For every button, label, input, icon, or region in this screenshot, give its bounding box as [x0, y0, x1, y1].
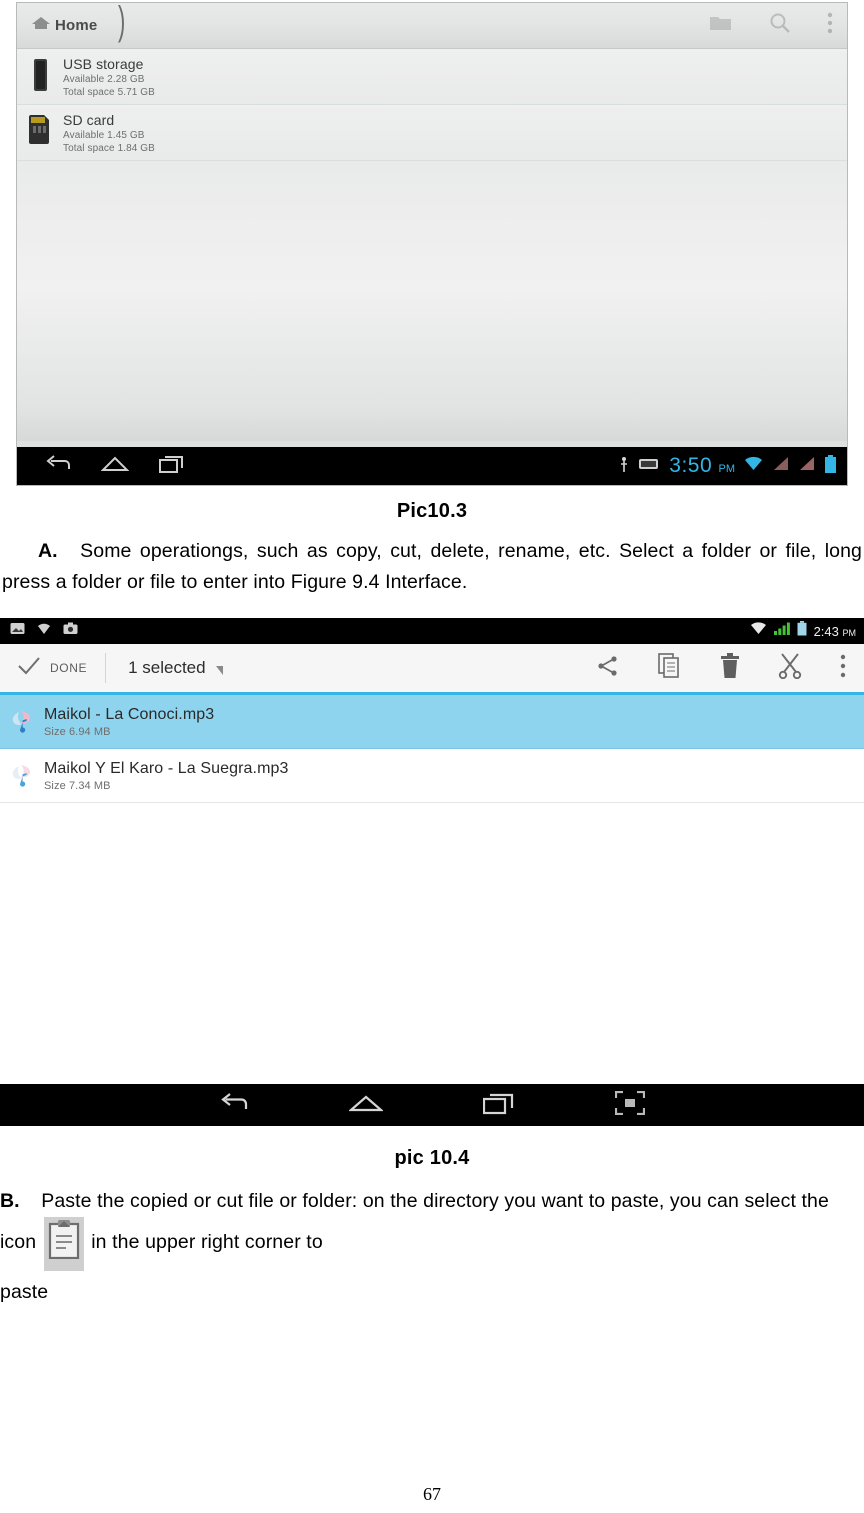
file-list: Maikol - La Conoci.mp3 Size 6.94 MB Maik…	[0, 695, 864, 803]
file-size: Size 7.34 MB	[44, 780, 111, 792]
breadcrumb-chevron-icon: )	[117, 2, 126, 43]
screenshot-capture-icon[interactable]	[614, 1090, 646, 1120]
file-name: Maikol Y El Karo - La Suegra.mp3	[44, 760, 289, 777]
storage-title: USB storage	[63, 56, 144, 72]
paragraph-b-lead: B.	[0, 1190, 20, 1212]
breadcrumb-label: Home	[55, 17, 98, 34]
check-icon	[18, 656, 40, 680]
usb-icon	[37, 622, 51, 640]
file-row[interactable]: Maikol - La Conoci.mp3 Size 6.94 MB	[0, 695, 864, 749]
page-number: 67	[423, 1484, 441, 1504]
music-note-icon	[0, 758, 44, 788]
sd-card-icon	[17, 111, 63, 144]
signal-icon	[772, 456, 789, 476]
screenshot-icon	[10, 622, 25, 640]
system-navigation-bar	[0, 1084, 864, 1126]
file-list-empty-area	[0, 803, 864, 1051]
wifi-icon	[750, 622, 767, 640]
storage-available: Available 2.28 GB	[63, 74, 145, 85]
breadcrumb[interactable]: Home )	[31, 3, 125, 43]
figure-pic10-4-screenshot: 2:43 PM DONE 1 selected Maikol - La Cono…	[0, 618, 864, 1126]
paragraph-a-text: Some operationgs, such as copy, cut, del…	[2, 540, 862, 593]
overflow-menu-icon[interactable]	[840, 654, 846, 683]
camera-icon	[63, 622, 78, 640]
storage-available: Available 1.45 GB	[63, 130, 145, 141]
cut-scissors-icon[interactable]	[778, 652, 802, 684]
storage-row-usb[interactable]: USB storage Available 2.28 GB Total spac…	[17, 49, 847, 105]
status-clock: 2:43 PM	[813, 623, 856, 639]
home-nav-icon[interactable]	[100, 454, 130, 479]
new-folder-icon[interactable]	[709, 14, 733, 38]
file-name: Maikol - La Conoci.mp3	[44, 706, 215, 723]
delete-trash-icon[interactable]	[720, 652, 740, 684]
system-status-bar: 2:43 PM	[0, 618, 864, 644]
storage-total: Total space 5.71 GB	[63, 87, 155, 98]
home-icon	[31, 15, 51, 36]
paste-clipboard-icon	[43, 1217, 84, 1271]
storage-total: Total space 1.84 GB	[63, 143, 155, 154]
done-button[interactable]: DONE	[18, 653, 107, 683]
copy-icon[interactable]	[658, 652, 682, 684]
figure-pic10-3-screenshot: Home ) USB storage Available 2.28 GB Tot…	[16, 2, 848, 486]
file-manager-empty-area	[17, 161, 847, 441]
battery-icon	[824, 454, 837, 478]
usb-storage-icon	[17, 55, 63, 92]
battery-icon	[797, 621, 807, 641]
storage-list: USB storage Available 2.28 GB Total spac…	[17, 49, 847, 161]
file-size: Size 6.94 MB	[44, 726, 111, 738]
file-row[interactable]: Maikol Y El Karo - La Suegra.mp3 Size 7.…	[0, 749, 864, 803]
figure-caption-pic10-3: Pic10.3	[396, 500, 468, 522]
music-note-icon	[0, 704, 44, 734]
system-navigation-bar: 3:50 PM	[17, 447, 847, 485]
selection-count-label: 1 selected	[128, 658, 206, 677]
done-label: DONE	[50, 661, 88, 675]
storage-title: SD card	[63, 112, 115, 128]
signal-icon	[773, 622, 790, 640]
storage-row-sdcard[interactable]: SD card Available 1.45 GB Total space 1.…	[17, 105, 847, 161]
selection-action-bar: DONE 1 selected	[0, 644, 864, 695]
status-clock: 3:50 PM	[669, 454, 735, 477]
back-icon[interactable]	[45, 454, 71, 479]
search-icon[interactable]	[769, 12, 791, 39]
file-manager-action-bar: Home )	[17, 3, 847, 49]
figure-caption-pic10-4: pic 10.4	[394, 1147, 470, 1169]
signal-2-icon	[798, 456, 815, 476]
usb-icon	[619, 455, 629, 478]
overflow-menu-icon[interactable]	[827, 12, 833, 39]
paragraph-b-text-2: in the upper right corner to	[91, 1231, 323, 1253]
selection-count[interactable]: 1 selected	[128, 658, 223, 678]
chevron-down-icon[interactable]	[215, 666, 223, 675]
paragraph-b-text-3: paste	[0, 1281, 49, 1303]
paragraph-a: A. Some operationgs, such as copy, cut, …	[2, 536, 862, 598]
home-nav-icon[interactable]	[348, 1092, 384, 1119]
recents-icon[interactable]	[482, 1091, 515, 1120]
share-icon[interactable]	[596, 654, 620, 683]
recents-icon[interactable]	[159, 454, 185, 479]
back-icon[interactable]	[219, 1092, 249, 1119]
wifi-icon	[744, 456, 763, 476]
paragraph-b: B. Paste the copied or cut file or folde…	[0, 1186, 862, 1308]
battery-charge-icon	[638, 457, 660, 476]
paragraph-a-lead: A.	[38, 540, 58, 562]
